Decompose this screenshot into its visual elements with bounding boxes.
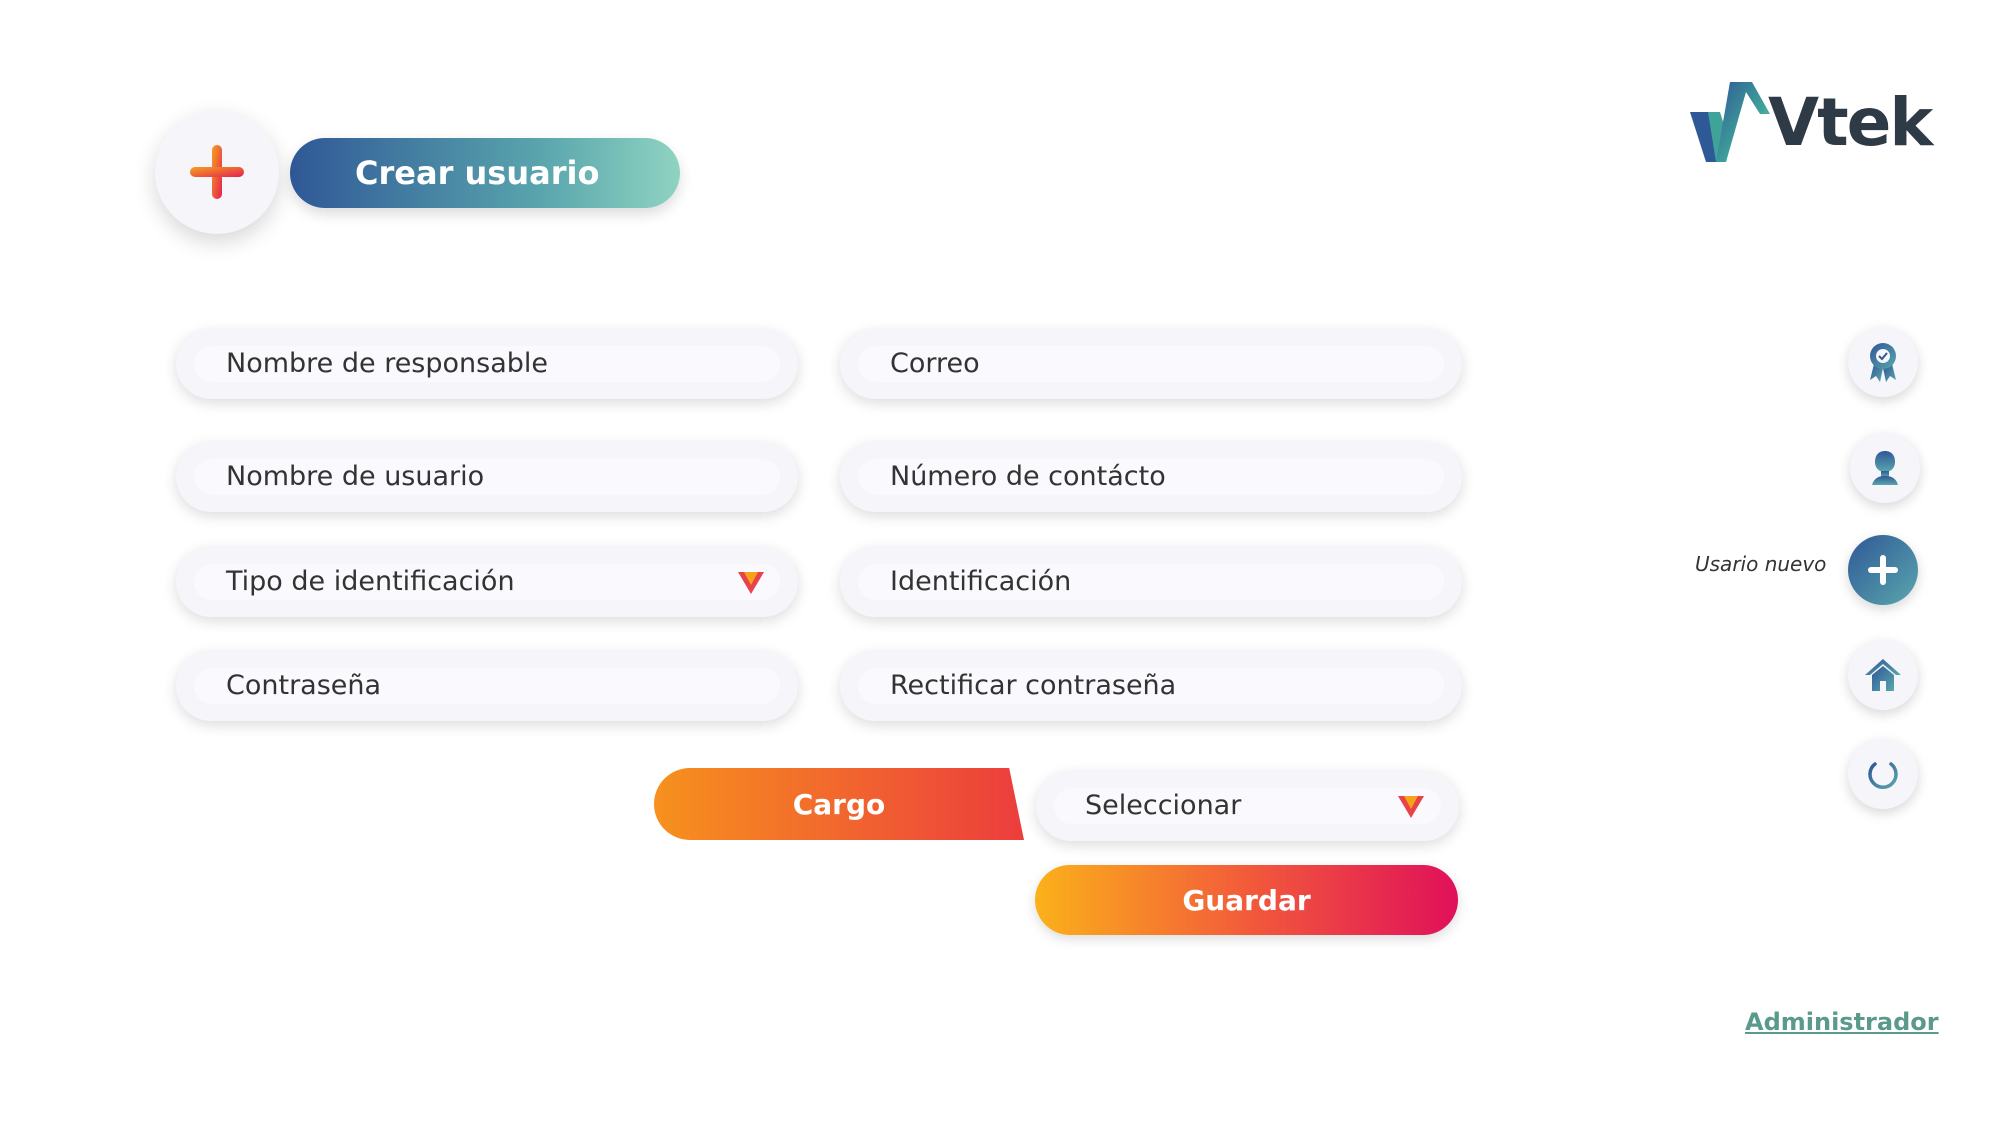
role-label-text: Cargo <box>792 787 886 821</box>
identification-field[interactable]: Identificación <box>840 547 1462 617</box>
role-label: Cargo <box>654 768 1024 840</box>
page-title-banner: Crear usuario <box>290 138 680 208</box>
responsible-name-placeholder: Nombre de responsable <box>226 348 549 379</box>
page-title: Crear usuario <box>355 154 600 192</box>
sidebar-item-awards[interactable] <box>1848 327 1918 397</box>
password-field[interactable]: Contraseña <box>176 651 798 721</box>
role-select[interactable]: Seleccionar <box>1036 771 1459 841</box>
award-icon <box>1870 343 1896 382</box>
admin-user-link[interactable]: Administrador <box>1745 1008 1939 1036</box>
sidebar-item-home[interactable] <box>1848 640 1918 710</box>
username-field[interactable]: Nombre de usuario <box>176 442 798 512</box>
confirm-password-field[interactable]: Rectificar contraseña <box>840 651 1462 721</box>
plus-icon <box>1868 555 1898 585</box>
sidebar-item-new-user-label: Usario nuevo <box>1695 552 1827 576</box>
vtek-logo: Vtek <box>1690 82 1933 167</box>
responsible-name-field[interactable]: Nombre de responsable <box>176 329 798 399</box>
id-type-select[interactable]: Tipo de identificación <box>176 547 798 617</box>
role-select-value: Seleccionar <box>1085 790 1242 821</box>
plus-icon <box>190 145 244 199</box>
sidebar-item-logout[interactable] <box>1848 739 1918 809</box>
username-placeholder: Nombre de usuario <box>226 461 485 492</box>
user-icon <box>1872 451 1898 485</box>
sidebar-item-new-user[interactable] <box>1848 535 1918 605</box>
chevron-down-icon <box>1398 796 1424 818</box>
contact-number-placeholder: Número de contácto <box>890 461 1166 492</box>
logo-text: Vtek <box>1768 84 1933 161</box>
id-type-placeholder: Tipo de identificación <box>226 566 515 597</box>
sidebar-item-profile[interactable] <box>1850 433 1920 503</box>
password-placeholder: Contraseña <box>226 670 382 701</box>
chevron-down-icon <box>738 572 764 594</box>
email-field[interactable]: Correo <box>840 329 1462 399</box>
confirm-password-placeholder: Rectificar contraseña <box>890 670 1177 701</box>
home-icon <box>1865 659 1901 691</box>
power-icon <box>1868 756 1898 789</box>
email-placeholder: Correo <box>890 348 980 379</box>
save-button-label: Guardar <box>1182 883 1311 917</box>
contact-number-field[interactable]: Número de contácto <box>840 442 1462 512</box>
create-user-button[interactable] <box>155 110 279 234</box>
save-button[interactable]: Guardar <box>1035 865 1458 935</box>
identification-placeholder: Identificación <box>890 566 1072 597</box>
